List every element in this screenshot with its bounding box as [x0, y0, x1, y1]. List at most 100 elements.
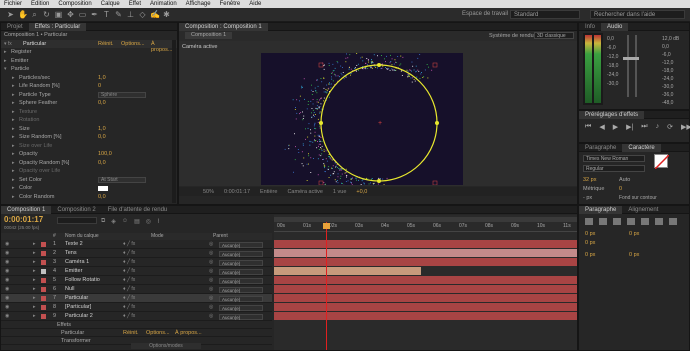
tab-comp-1[interactable]: Composition 1 — [1, 205, 52, 214]
layer-switches-icon[interactable]: ♦ ╱ fx — [123, 258, 135, 267]
graph-editor-icon[interactable]: ⌇ — [157, 218, 160, 225]
layer-switches-icon[interactable]: ♦ ╱ fx — [123, 285, 135, 294]
layer-switches-icon[interactable]: ♦ ╱ fx — [123, 249, 135, 258]
menu-effet[interactable]: Effet — [129, 1, 141, 7]
menu-animation[interactable]: Animation — [150, 1, 177, 7]
eraser-tool-icon[interactable]: ◇ — [138, 10, 147, 19]
expand-triangle-icon[interactable]: ▸ — [12, 83, 15, 90]
rotate-tool-icon[interactable]: ↻ — [42, 10, 51, 19]
loop-icon[interactable]: ⟳ — [667, 123, 673, 131]
current-time[interactable]: 0:00:01:17 — [224, 189, 250, 195]
parent-select[interactable]: Aucun(e) — [219, 295, 263, 302]
stamp-tool-icon[interactable]: ⊥ — [126, 10, 135, 19]
timeline-timecode[interactable]: 0:00:01:17 — [4, 215, 43, 224]
expand-triangle-icon[interactable]: ▸ — [12, 126, 15, 133]
tab-effect-controls[interactable]: Effets : Particular — [28, 22, 87, 31]
motion-blur-icon[interactable]: ◎ — [146, 218, 151, 225]
pick-whip-icon[interactable]: ◎ — [209, 240, 213, 249]
expand-triangle-icon[interactable]: ▸ — [33, 303, 36, 312]
effect-property-row[interactable]: ▸ Texture — [1, 109, 175, 116]
effect-property-row[interactable]: ▸ Emitter — [1, 58, 175, 65]
stroke-mode-select[interactable]: Fond sur contour — [619, 195, 657, 201]
effect-property-row[interactable]: ▸ Particle Type Sphère — [1, 92, 175, 99]
draft-3d-icon[interactable]: ◈ — [111, 218, 116, 225]
puppet-tool-icon[interactable]: ✱ — [162, 10, 171, 19]
layer-duration-bar[interactable] — [274, 303, 577, 311]
comp-mini-flowchart-icon[interactable]: ⧉ — [101, 218, 105, 225]
property-value[interactable]: 100,0 — [98, 151, 112, 158]
audio-icon[interactable]: ♪ — [656, 123, 660, 131]
next-frame-icon[interactable]: ▶| — [626, 123, 633, 131]
property-value[interactable]: 1,0 — [98, 75, 106, 82]
roto-tool-icon[interactable]: ✍ — [150, 10, 160, 19]
font-size-value[interactable]: 32 px — [583, 177, 596, 183]
slider-thumb-right[interactable] — [631, 57, 639, 60]
expand-triangle-icon[interactable]: ▸ — [12, 109, 15, 116]
menu-composition[interactable]: Composition — [58, 1, 91, 7]
frame-blend-icon[interactable]: ▤ — [134, 218, 140, 225]
comp-subtab[interactable]: Composition 1 — [185, 32, 233, 39]
zoom-tool-icon[interactable]: ⌕ — [30, 10, 39, 19]
label-color-swatch[interactable] — [41, 296, 46, 301]
effect-property-row[interactable]: ▸ Size over Life — [1, 143, 175, 150]
effect-property-row[interactable]: ▾ Particle — [1, 66, 175, 73]
renderer-select[interactable]: 3D classique — [534, 32, 574, 39]
justify-right-icon[interactable] — [655, 218, 663, 225]
view-layout-select[interactable]: 1 vue — [333, 189, 346, 195]
expand-triangle-icon[interactable]: ▸ — [33, 276, 36, 285]
layer-row[interactable]: ◉ ▸ 2 Tens ♦ ╱ fx ◎ Aucun(e) — [1, 249, 272, 258]
visibility-eye-icon[interactable]: ◉ — [5, 312, 9, 321]
kerning-value[interactable]: Métrique — [583, 186, 604, 192]
visibility-eye-icon[interactable]: ◉ — [5, 285, 9, 294]
work-area-bar[interactable] — [274, 217, 577, 222]
expand-triangle-icon[interactable]: ▸ — [12, 143, 15, 150]
expand-triangle-icon[interactable]: ▸ — [12, 100, 15, 107]
layer-name[interactable]: Follow Rotatio — [65, 276, 100, 285]
layer-name[interactable]: Particular — [65, 294, 88, 303]
visibility-eye-icon[interactable]: ◉ — [5, 303, 9, 312]
leading-value[interactable]: Auto — [619, 177, 630, 183]
layer-name[interactable]: Texte 2 — [65, 240, 83, 249]
pick-whip-icon[interactable]: ◎ — [209, 312, 213, 321]
layer-row[interactable]: ◉ ▸ 7 Particular ♦ ╱ fx ◎ Aucun(e) — [1, 294, 272, 303]
hand-tool-icon[interactable]: ✋ — [18, 10, 28, 19]
effect-property-row[interactable]: ▸ Register — [1, 49, 175, 56]
label-color-swatch[interactable] — [41, 278, 46, 283]
visibility-eye-icon[interactable]: ◉ — [5, 276, 9, 285]
tab-paragraph-2[interactable]: Paragraphe — [579, 205, 623, 214]
pick-whip-icon[interactable]: ◎ — [209, 294, 213, 303]
layer-name[interactable]: [Particular] — [65, 303, 91, 312]
effect-fx-icon[interactable]: ▾ fx — [4, 41, 12, 47]
layer-row[interactable]: ◉ ▸ 1 Texte 2 ♦ ╱ fx ◎ Aucun(e) — [1, 240, 272, 249]
options-link[interactable]: Options... — [121, 41, 145, 47]
expand-triangle-icon[interactable]: ▸ — [12, 194, 15, 201]
zoom-select[interactable]: 50% — [203, 189, 214, 195]
pick-whip-icon[interactable]: ◎ — [209, 285, 213, 294]
effect-property-row[interactable]: ▸ Opacity over Life — [1, 168, 175, 175]
label-color-swatch[interactable] — [41, 287, 46, 292]
tab-paragraph[interactable]: Paragraphe — [579, 144, 622, 152]
color-swatch[interactable] — [98, 186, 108, 191]
stroke-width-value[interactable]: - px — [583, 195, 592, 201]
expand-triangle-icon[interactable]: ▾ — [4, 66, 7, 73]
property-value[interactable]: 0,0 — [98, 194, 106, 201]
tab-comp-2[interactable]: Composition 2 — [51, 206, 101, 214]
menu-fichier[interactable]: Fichier — [4, 1, 22, 7]
align-left-icon[interactable] — [585, 218, 593, 225]
parent-select[interactable]: Aucun(e) — [219, 250, 263, 257]
camera-tool-icon[interactable]: ▣ — [54, 10, 63, 19]
first-frame-icon[interactable]: ⏮ — [585, 123, 591, 131]
layer-switches-icon[interactable]: ♦ ╱ fx — [123, 276, 135, 285]
effect-property-row[interactable]: ▸ Life Random [%] 0 — [1, 83, 175, 90]
menu-affichage[interactable]: Affichage — [186, 1, 211, 7]
layer-switches-icon[interactable]: ♦ ╱ fx — [123, 294, 135, 303]
about-link[interactable]: À propos... — [175, 329, 202, 337]
workspace-select[interactable]: Standard — [510, 10, 580, 19]
layer-duration-bar[interactable] — [274, 294, 577, 302]
layer-duration-bar[interactable] — [274, 249, 577, 257]
justify-center-icon[interactable] — [641, 218, 649, 225]
layer-row[interactable]: ◉ ▸ 8 [Particular] ♦ ╱ fx ◎ Aucun(e) — [1, 303, 272, 312]
expand-triangle-icon[interactable]: ▸ — [12, 168, 15, 175]
parent-select[interactable]: Aucun(e) — [219, 313, 263, 320]
property-select[interactable]: Sphère — [98, 92, 146, 98]
